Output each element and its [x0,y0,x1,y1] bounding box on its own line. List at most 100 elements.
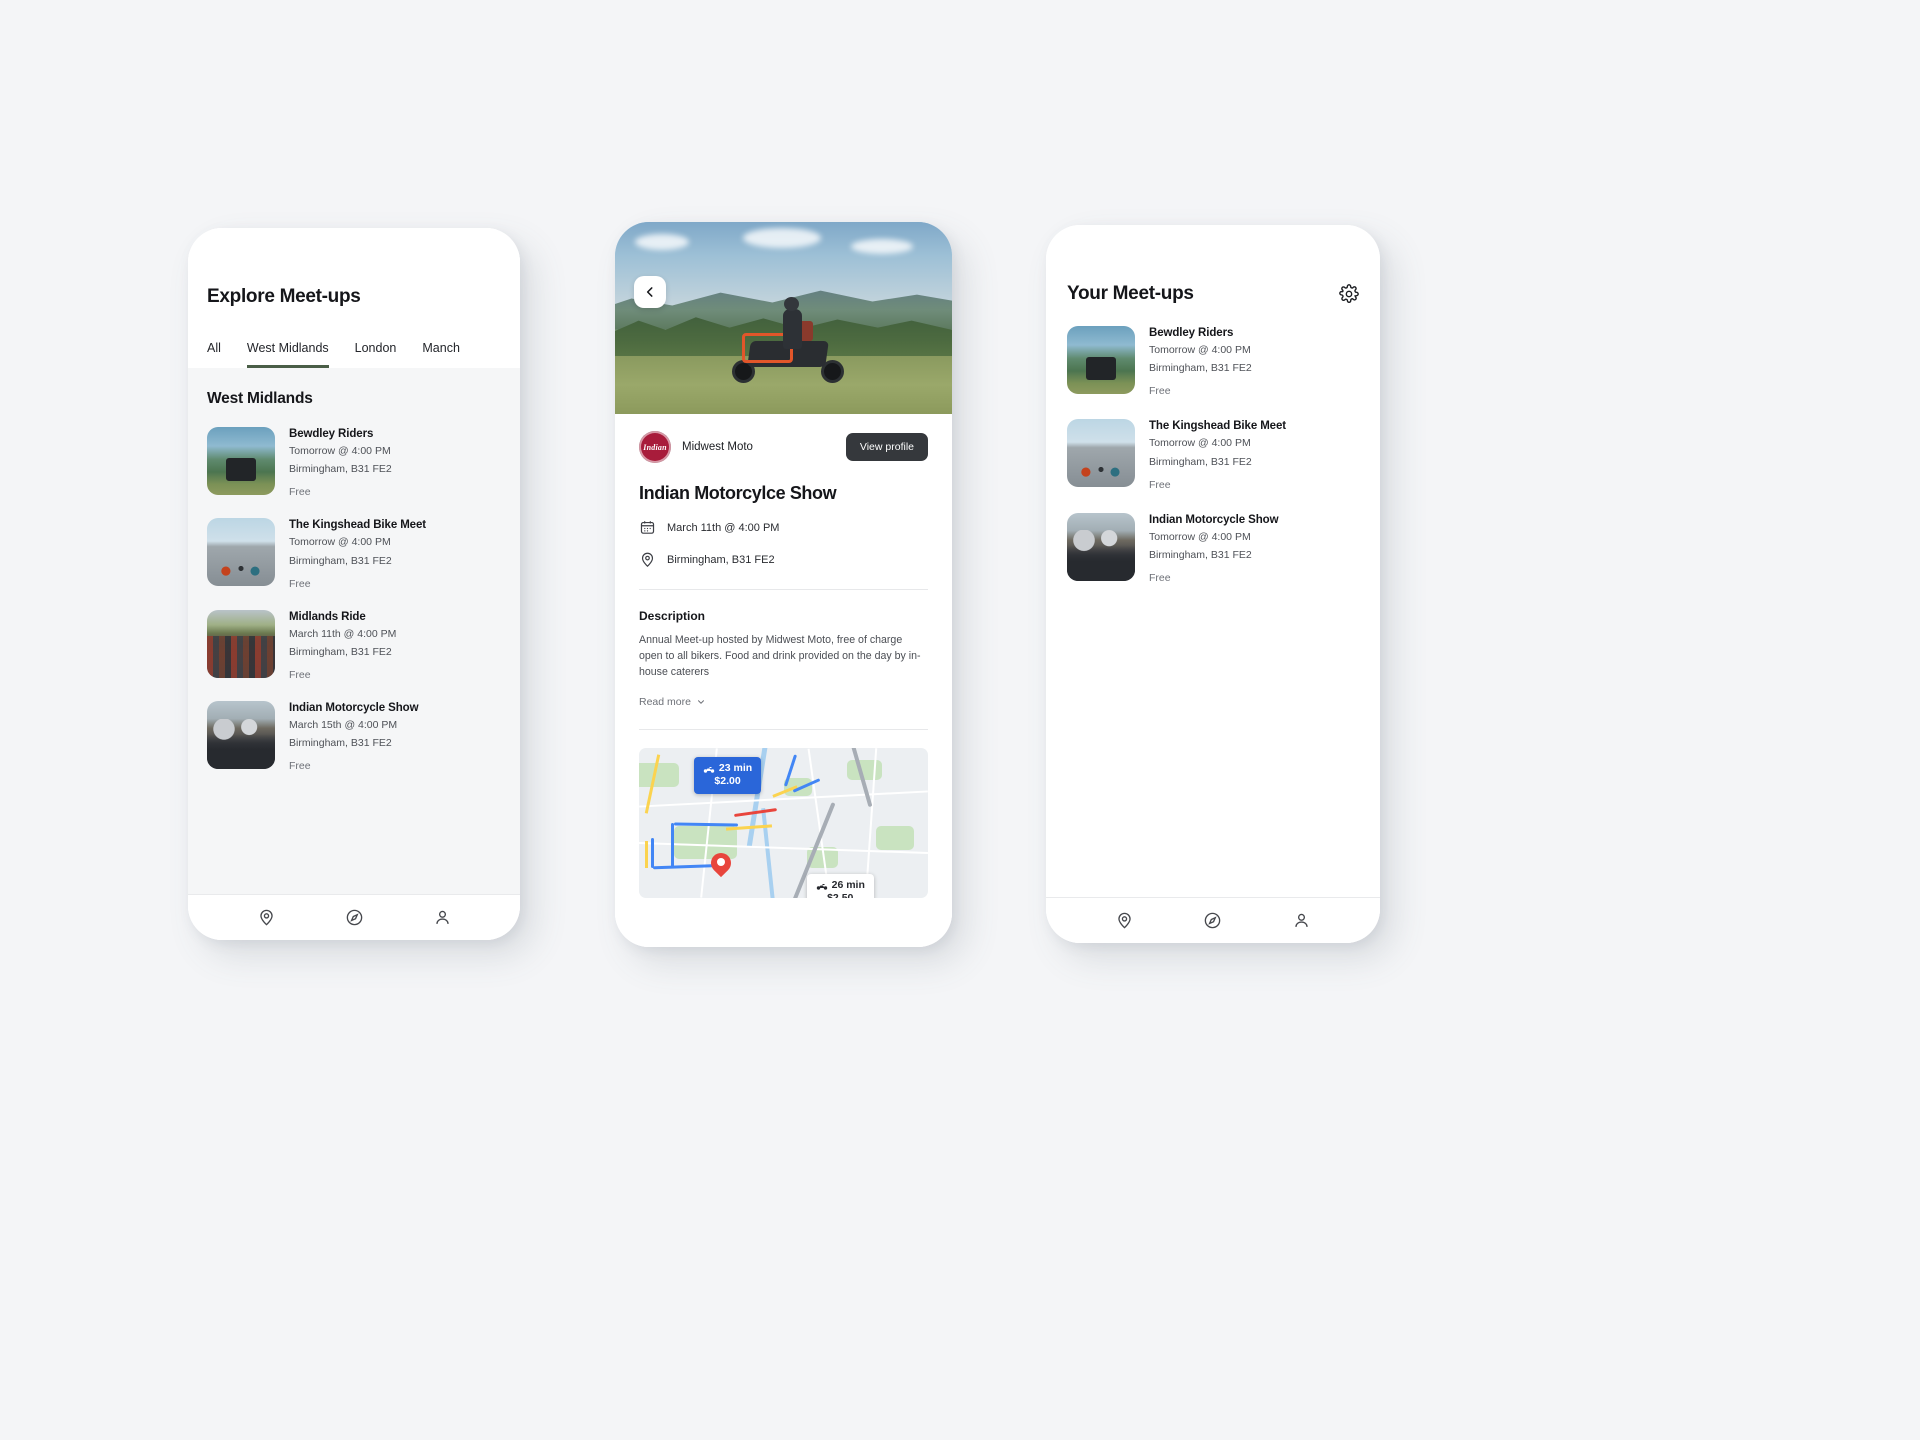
organiser-name: Midwest Moto [682,441,753,453]
route-primary-price: $2.00 [714,775,741,788]
explore-list-area: West Midlands Bewdley Riders Tomorrow @ … [188,368,520,894]
event-info: Bewdley Riders Tomorrow @ 4:00 PM Birmin… [1149,326,1252,397]
event-thumbnail [207,701,275,770]
indian-motorcycle-logo-icon: Indian [639,431,671,463]
hero-motorcycle-and-rider [730,291,851,384]
tab-all[interactable]: All [207,341,221,368]
event-name: Indian Motorcycle Show [289,702,419,715]
event-info: Bewdley Riders Tomorrow @ 4:00 PM Birmin… [289,427,392,498]
hero-image [615,222,952,414]
location-pin-icon [641,552,654,568]
list-item[interactable]: Bewdley Riders Tomorrow @ 4:00 PM Birmin… [207,427,501,498]
calendar-icon [640,521,655,534]
organiser-logo-text: Indian [643,442,667,452]
event-datetime: Tomorrow @ 4:00 PM [1149,530,1251,543]
route-map[interactable]: 23 min $2.00 26 min $2.50 [639,748,928,899]
phone-event-detail: Indian Midwest Moto View profile Indian … [615,222,952,947]
detail-content: Indian Midwest Moto View profile Indian … [615,414,952,947]
view-profile-button[interactable]: View profile [845,433,928,461]
tab-manchester[interactable]: Manch [422,341,460,368]
route-secondary-time: 26 min [831,879,865,892]
location-pin-icon[interactable] [1113,910,1135,932]
region-tabs: All West Midlands London Manch [207,341,501,368]
person-icon[interactable] [1291,910,1313,932]
list-item[interactable]: The Kingshead Bike Meet Tomorrow @ 4:00 … [207,518,501,590]
compass-icon[interactable] [343,907,365,929]
detail-screen: Indian Midwest Moto View profile Indian … [615,222,952,947]
gear-icon[interactable] [1339,284,1359,304]
cloud-shape [635,233,690,250]
event-datetime: March 11th @ 4:00 PM [289,627,397,640]
event-name: The Kingshead Bike Meet [289,519,427,532]
event-name: The Kingshead Bike Meet [1149,420,1287,433]
divider [639,729,928,731]
list-item[interactable]: The Kingshead Bike Meet Tomorrow @ 4:00 … [1067,419,1359,491]
description-heading: Description [639,609,706,623]
event-price: Free [1149,385,1171,398]
cloud-shape [743,227,822,248]
event-location: Birmingham, B31 FE2 [289,463,392,476]
person-icon[interactable] [431,907,453,929]
event-location: Birmingham, B31 FE2 [1149,455,1252,468]
location-pin-icon[interactable] [255,907,277,929]
motorcycle-icon [703,766,715,773]
your-meetups-screen: Your Meet-ups Bewdley Riders Tomorrow @ … [1046,225,1380,943]
read-more-button[interactable]: Read more [639,696,928,708]
event-price: Free [1149,572,1171,585]
event-location: Birmingham, B31 FE2 [289,645,392,658]
organiser-row: Indian Midwest Moto View profile [639,431,928,463]
event-datetime: Tomorrow @ 4:00 PM [289,536,391,549]
event-price: Free [289,486,311,499]
chevron-down-icon [697,700,704,705]
list-item[interactable]: Indian Motorcycle Show March 15th @ 4:00… [207,701,501,772]
explore-header: Explore Meet-ups All West Midlands Londo… [188,228,520,368]
event-price: Free [289,577,311,590]
event-location: Birmingham, B31 FE2 [289,737,392,750]
section-title: West Midlands [207,390,313,407]
event-price: Free [289,760,311,773]
event-datetime: Tomorrow @ 4:00 PM [1149,437,1251,450]
event-thumbnail [1067,326,1135,394]
back-button[interactable] [634,276,666,308]
event-datetime: Tomorrow @ 4:00 PM [1149,344,1251,356]
event-price: Free [1149,478,1171,491]
route-badge-secondary[interactable]: 26 min $2.50 [806,874,874,899]
event-info: The Kingshead Bike Meet Tomorrow @ 4:00 … [1149,419,1286,490]
bottom-navigation [188,894,520,940]
event-location: Birmingham, B31 FE2 [289,554,392,567]
explore-event-list: Bewdley Riders Tomorrow @ 4:00 PM Birmin… [207,427,501,772]
event-thumbnail [1067,419,1135,488]
event-date-text: March 11th @ 4:00 PM [667,521,780,534]
tab-london[interactable]: London [355,341,397,368]
read-more-label: Read more [639,696,691,709]
event-name: Bewdley Riders [1149,327,1234,339]
motorcycle-icon [816,883,827,890]
event-location-text: Birmingham, B31 FE2 [667,553,775,566]
divider [639,589,928,590]
chevron-left-icon [646,287,653,297]
event-location: Birmingham, B31 FE2 [1149,548,1252,561]
event-location-row: Birmingham, B31 FE2 [639,551,928,568]
event-name: Indian Motorcycle Show [1149,513,1279,526]
event-price: Free [289,669,311,682]
event-location: Birmingham, B31 FE2 [1149,362,1252,375]
event-thumbnail [207,427,275,495]
destination-pin-icon [707,849,736,878]
phone-explore-meetups: Explore Meet-ups All West Midlands Londo… [188,228,520,940]
event-name: Bewdley Riders [289,428,374,440]
event-datetime: March 15th @ 4:00 PM [289,719,398,732]
your-meetups-header: Your Meet-ups [1046,225,1380,305]
route-badge-primary[interactable]: 23 min $2.00 [693,757,762,794]
screenshot-canvas: Explore Meet-ups All West Midlands Londo… [0,0,1920,1440]
list-item[interactable]: Indian Motorcycle Show Tomorrow @ 4:00 P… [1067,512,1359,585]
tab-west-midlands[interactable]: West Midlands [246,341,329,368]
list-item[interactable]: Midlands Ride March 11th @ 4:00 PM Birmi… [207,609,501,681]
list-item[interactable]: Bewdley Riders Tomorrow @ 4:00 PM Birmin… [1067,326,1359,397]
event-datetime: Tomorrow @ 4:00 PM [289,445,391,457]
your-event-list: Bewdley Riders Tomorrow @ 4:00 PM Birmin… [1067,326,1359,584]
compass-icon[interactable] [1202,910,1224,932]
event-thumbnail [207,518,275,587]
event-thumbnail [207,609,275,678]
event-thumbnail [1067,512,1135,581]
event-info: Midlands Ride March 11th @ 4:00 PM Birmi… [289,610,396,681]
